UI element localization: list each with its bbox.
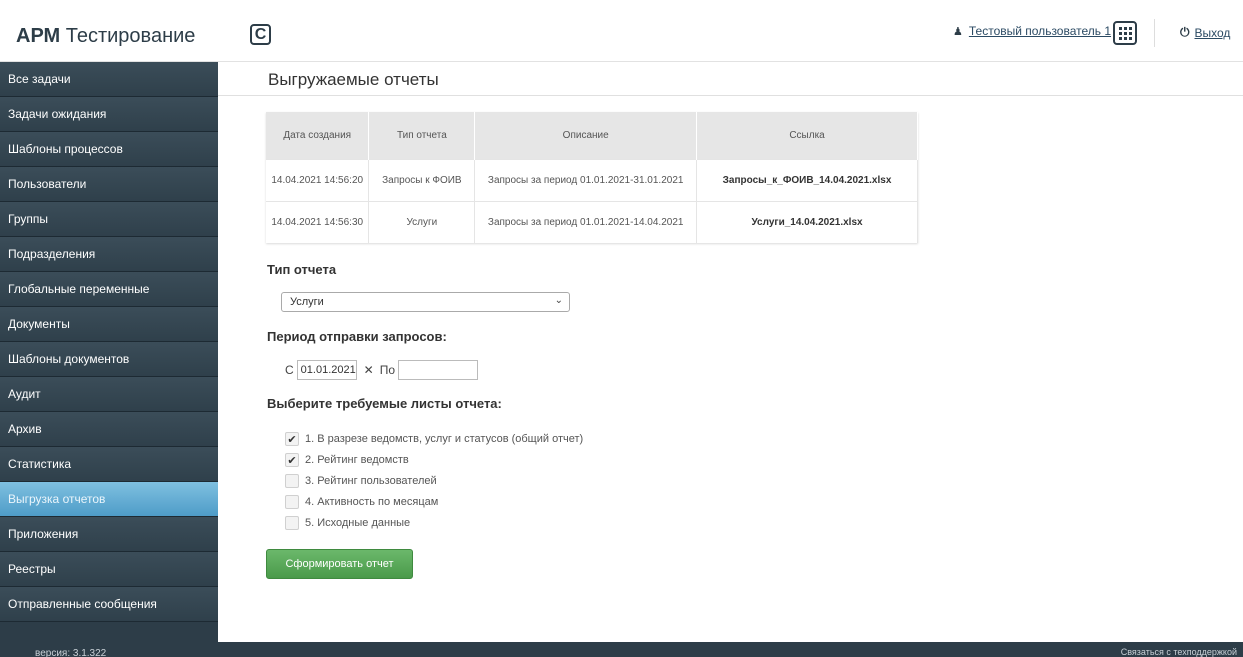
period-from-label: С — [285, 363, 294, 377]
checkbox-empty-icon[interactable] — [285, 516, 299, 530]
table-header-row: Дата создания Тип отчета Описание Ссылка — [266, 112, 918, 159]
user-icon: ♟ — [953, 25, 963, 38]
version-label: версия: 3.1.322 — [35, 648, 107, 657]
sidebar-item-departments[interactable]: Подразделения — [0, 237, 218, 272]
sidebar-item-pending-tasks[interactable]: Задачи ожидания — [0, 97, 218, 132]
brand-bold: АРМ — [16, 25, 61, 47]
period-to-label: По — [379, 363, 396, 377]
page-title: Выгружаемые отчеты — [268, 70, 439, 89]
table-row: 14.04.2021 14:56:20 Запросы к ФОИВ Запро… — [266, 158, 918, 201]
page-title-bar: Выгружаемые отчеты — [218, 62, 1243, 96]
power-icon: ⏻ — [1180, 25, 1190, 39]
generate-report-button[interactable]: Сформировать отчет — [266, 549, 413, 579]
footer: Связаться с техподдержкой — [218, 642, 1243, 657]
cell-download-link[interactable]: Запросы_к_ФОИВ_14.04.2021.xlsx — [696, 158, 918, 201]
clear-date-icon[interactable]: ✕ — [364, 363, 374, 377]
sheets-label: Выберите требуемые листы отчета: — [267, 396, 502, 411]
cell-type: Услуги — [368, 200, 476, 243]
sidebar-item-groups[interactable]: Группы — [0, 202, 218, 237]
logout-link[interactable]: Выход — [1195, 26, 1231, 40]
sidebar-item-statistics[interactable]: Статистика — [0, 447, 218, 482]
sidebar-item-global-variables[interactable]: Глобальные переменные — [0, 272, 218, 307]
sheet-option-1[interactable]: ✔ 1. В разрезе ведомств, услуг и статусо… — [285, 432, 583, 446]
cell-type: Запросы к ФОИВ — [368, 158, 476, 201]
sheet-option-3[interactable]: 3. Рейтинг пользователей — [285, 474, 437, 488]
cell-date: 14.04.2021 14:56:20 — [266, 158, 370, 201]
sidebar-item-document-templates[interactable]: Шаблоны документов — [0, 342, 218, 377]
user-name-link[interactable]: Тестовый пользователь 1 — [969, 24, 1111, 38]
period-from-input[interactable]: 01.01.2021 — [296, 360, 357, 380]
checkbox-checked-icon[interactable]: ✔ — [285, 453, 299, 467]
sidebar-item-process-templates[interactable]: Шаблоны процессов — [0, 132, 218, 167]
cell-date: 14.04.2021 14:56:30 — [266, 200, 370, 243]
sheet-option-label: 1. В разрезе ведомств, услуг и статусов … — [305, 433, 584, 445]
period-row: С 01.01.2021 ✕ По — [285, 360, 481, 380]
header: АРМ Тестирование C ♟ Тестовый пользовате… — [0, 0, 1243, 62]
checkbox-empty-icon[interactable] — [285, 495, 299, 509]
sidebar-item-sent-messages[interactable]: Отправленные сообщения — [0, 587, 218, 622]
sheet-option-label: 2. Рейтинг ведомств — [305, 454, 409, 466]
report-type-value: Услуги — [290, 296, 324, 308]
column-header-description: Описание — [474, 112, 698, 159]
brand-rest: Тестирование — [60, 25, 196, 47]
sidebar-item-report-export[interactable]: Выгрузка отчетов — [0, 482, 218, 517]
app-brand[interactable]: АРМ Тестирование — [16, 25, 195, 48]
sheet-option-2[interactable]: ✔ 2. Рейтинг ведомств — [285, 453, 409, 467]
sidebar-item-registries[interactable]: Реестры — [0, 552, 218, 587]
report-type-label: Тип отчета — [267, 262, 337, 277]
logout-button[interactable]: ⏻ Выход — [1180, 25, 1230, 40]
report-type-select[interactable]: Услуги ⌄ — [281, 292, 570, 312]
reports-table: Дата создания Тип отчета Описание Ссылка… — [266, 112, 918, 243]
header-divider — [1154, 19, 1155, 47]
sidebar: Все задачи Задачи ожидания Шаблоны проце… — [0, 62, 218, 657]
column-header-link: Ссылка — [696, 112, 918, 159]
checkbox-empty-icon[interactable] — [285, 474, 299, 488]
sheet-option-label: 4. Активность по месяцам — [305, 496, 439, 508]
cell-download-link[interactable]: Услуги_14.04.2021.xlsx — [696, 200, 918, 243]
sidebar-item-archive[interactable]: Архив — [0, 412, 218, 447]
sheet-option-4[interactable]: 4. Активность по месяцам — [285, 495, 438, 509]
sidebar-item-audit[interactable]: Аудит — [0, 377, 218, 412]
column-header-date: Дата создания — [266, 112, 370, 159]
chevron-down-icon: ⌄ — [554, 295, 563, 306]
sidebar-item-documents[interactable]: Документы — [0, 307, 218, 342]
user-menu[interactable]: ♟ Тестовый пользователь 1 — [953, 24, 1111, 38]
period-label: Период отправки запросов: — [267, 329, 447, 344]
sheet-option-label: 3. Рейтинг пользователей — [305, 475, 437, 487]
table-row: 14.04.2021 14:56:30 Услуги Запросы за пе… — [266, 200, 918, 243]
support-link[interactable]: Связаться с техподдержкой — [1121, 647, 1237, 657]
sidebar-item-all-tasks[interactable]: Все задачи — [0, 62, 218, 97]
checkbox-checked-icon[interactable]: ✔ — [285, 432, 299, 446]
cell-description: Запросы за период 01.01.2021-14.04.2021 — [474, 200, 698, 243]
sheet-option-5[interactable]: 5. Исходные данные — [285, 516, 410, 530]
period-to-input[interactable] — [398, 360, 479, 380]
app-logo-icon[interactable]: C — [250, 24, 271, 45]
sheet-option-label: 5. Исходные данные — [305, 517, 411, 529]
column-header-type: Тип отчета — [368, 112, 476, 159]
sidebar-item-users[interactable]: Пользователи — [0, 167, 218, 202]
sidebar-item-applications[interactable]: Приложения — [0, 517, 218, 552]
apps-grid-icon[interactable] — [1113, 21, 1137, 45]
cell-description: Запросы за период 01.01.2021-31.01.2021 — [474, 158, 698, 201]
